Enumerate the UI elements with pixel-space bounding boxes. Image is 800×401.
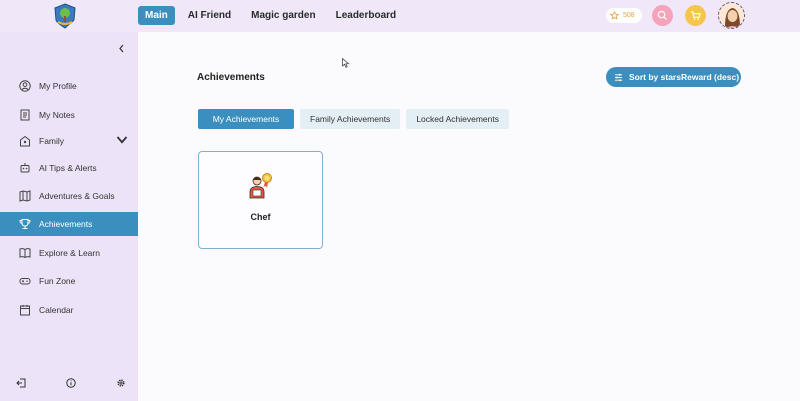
notes-icon — [20, 109, 30, 121]
gamepad-icon — [19, 278, 31, 285]
search-button[interactable] — [652, 5, 673, 26]
sidebar: My Profile My Notes Family AI Tips & Ale… — [0, 32, 138, 401]
chef-award-icon — [249, 173, 272, 199]
stars-counter[interactable]: 508 — [606, 8, 642, 23]
cart-button[interactable] — [685, 5, 706, 26]
mouse-cursor-icon — [342, 58, 350, 68]
nav-magic-garden[interactable]: Magic garden — [244, 6, 322, 25]
book-icon — [19, 248, 31, 259]
sidebar-item-label: Calendar — [39, 305, 74, 315]
app-logo[interactable] — [54, 3, 76, 29]
gear-icon[interactable] — [116, 378, 126, 388]
tab-family-achievements[interactable]: Family Achievements — [300, 109, 401, 129]
main-nav: Main AI Friend Magic garden Leaderboard — [138, 6, 403, 25]
tab-my-achievements[interactable]: My Achievements — [198, 109, 294, 129]
user-avatar[interactable] — [718, 2, 745, 29]
sidebar-item-label: Adventures & Goals — [39, 191, 115, 201]
info-icon[interactable] — [66, 378, 76, 388]
main-content: Achievements Sort by starsReward (desc) … — [138, 32, 800, 401]
nav-leaderboard[interactable]: Leaderboard — [329, 6, 404, 25]
nav-main[interactable]: Main — [138, 6, 175, 25]
top-bar: Main AI Friend Magic garden Leaderboard … — [0, 0, 800, 32]
sidebar-item-label: My Profile — [39, 81, 77, 91]
page-title: Achievements — [197, 72, 265, 83]
logout-icon[interactable] — [16, 378, 26, 388]
star-icon — [610, 11, 619, 20]
sidebar-footer — [16, 378, 126, 388]
achievement-card-label: Chef — [250, 212, 271, 222]
cart-icon — [690, 11, 701, 20]
sidebar-item-ai-tips[interactable]: AI Tips & Alerts — [0, 156, 138, 180]
sidebar-item-label: Explore & Learn — [39, 248, 100, 258]
sidebar-item-my-notes[interactable]: My Notes — [0, 103, 138, 127]
sidebar-item-label: AI Tips & Alerts — [39, 163, 97, 173]
sort-button-label: Sort by starsReward (desc) — [629, 72, 740, 82]
trophy-icon — [19, 219, 31, 229]
achievement-card[interactable]: Chef — [198, 151, 323, 249]
sidebar-item-label: My Notes — [39, 110, 75, 120]
chevron-down-icon[interactable] — [116, 134, 128, 148]
calendar-icon — [20, 305, 30, 316]
stars-count: 508 — [623, 12, 635, 19]
sidebar-item-fun-zone[interactable]: Fun Zone — [0, 269, 138, 293]
sidebar-item-explore[interactable]: Explore & Learn — [0, 241, 138, 265]
achievement-tabs: My Achievements Family Achievements Lock… — [198, 109, 510, 129]
family-icon — [20, 135, 30, 147]
sidebar-item-my-profile[interactable]: My Profile — [0, 74, 138, 98]
chevron-left-icon — [119, 44, 124, 53]
user-icon — [19, 80, 31, 92]
sidebar-item-achievements[interactable]: Achievements — [0, 212, 138, 236]
tab-locked-achievements[interactable]: Locked Achievements — [406, 109, 510, 129]
nav-ai-friend[interactable]: AI Friend — [181, 6, 238, 25]
sidebar-item-label: Fun Zone — [39, 276, 76, 286]
sort-sliders-icon — [614, 73, 623, 81]
collapse-sidebar-button[interactable] — [118, 44, 125, 56]
sidebar-item-label: Achievements — [39, 219, 93, 229]
avatar-image — [719, 3, 744, 28]
sidebar-item-adventures[interactable]: Adventures & Goals — [0, 184, 138, 208]
map-icon — [19, 190, 31, 202]
sidebar-item-family[interactable]: Family — [0, 129, 138, 153]
sidebar-item-calendar[interactable]: Calendar — [0, 298, 138, 322]
search-icon — [657, 10, 668, 21]
sort-button[interactable]: Sort by starsReward (desc) — [606, 67, 741, 87]
robot-icon — [20, 163, 30, 173]
sidebar-item-label: Family — [39, 136, 65, 146]
